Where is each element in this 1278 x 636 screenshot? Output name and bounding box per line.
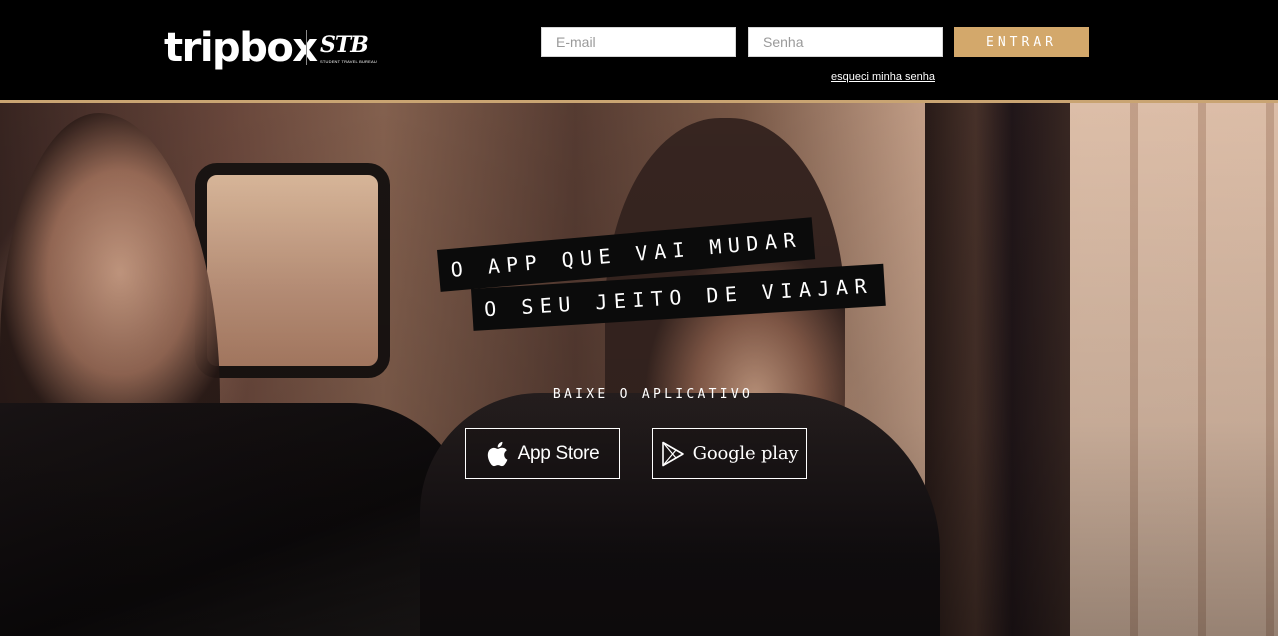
stb-logo[interactable]: STB STUDENT TRAVEL BUREAU — [318, 32, 378, 66]
top-header: tripbox STB STUDENT TRAVEL BUREAU ENTRAR… — [0, 0, 1278, 100]
google-play-icon — [661, 441, 685, 467]
password-field[interactable] — [748, 27, 943, 57]
email-field[interactable] — [541, 27, 736, 57]
hero-photo-shade — [0, 103, 1278, 636]
google-play-button[interactable]: Google play — [652, 428, 807, 479]
tripbox-logo[interactable]: tripbox — [164, 26, 318, 70]
app-store-label: App Store — [517, 442, 600, 464]
download-label: BAIXE O APLICATIVO — [552, 387, 754, 402]
google-play-label: Google play — [692, 443, 799, 464]
logo-divider — [306, 30, 307, 65]
app-store-button[interactable]: App Store — [465, 428, 620, 479]
stb-logo-subtitle: STUDENT TRAVEL BUREAU — [320, 59, 377, 64]
hero-section — [0, 103, 1278, 636]
apple-icon — [486, 441, 510, 467]
login-button[interactable]: ENTRAR — [954, 27, 1089, 57]
stb-logo-mark: STB — [320, 32, 369, 58]
forgot-password-link[interactable]: esqueci minha senha — [831, 71, 935, 83]
